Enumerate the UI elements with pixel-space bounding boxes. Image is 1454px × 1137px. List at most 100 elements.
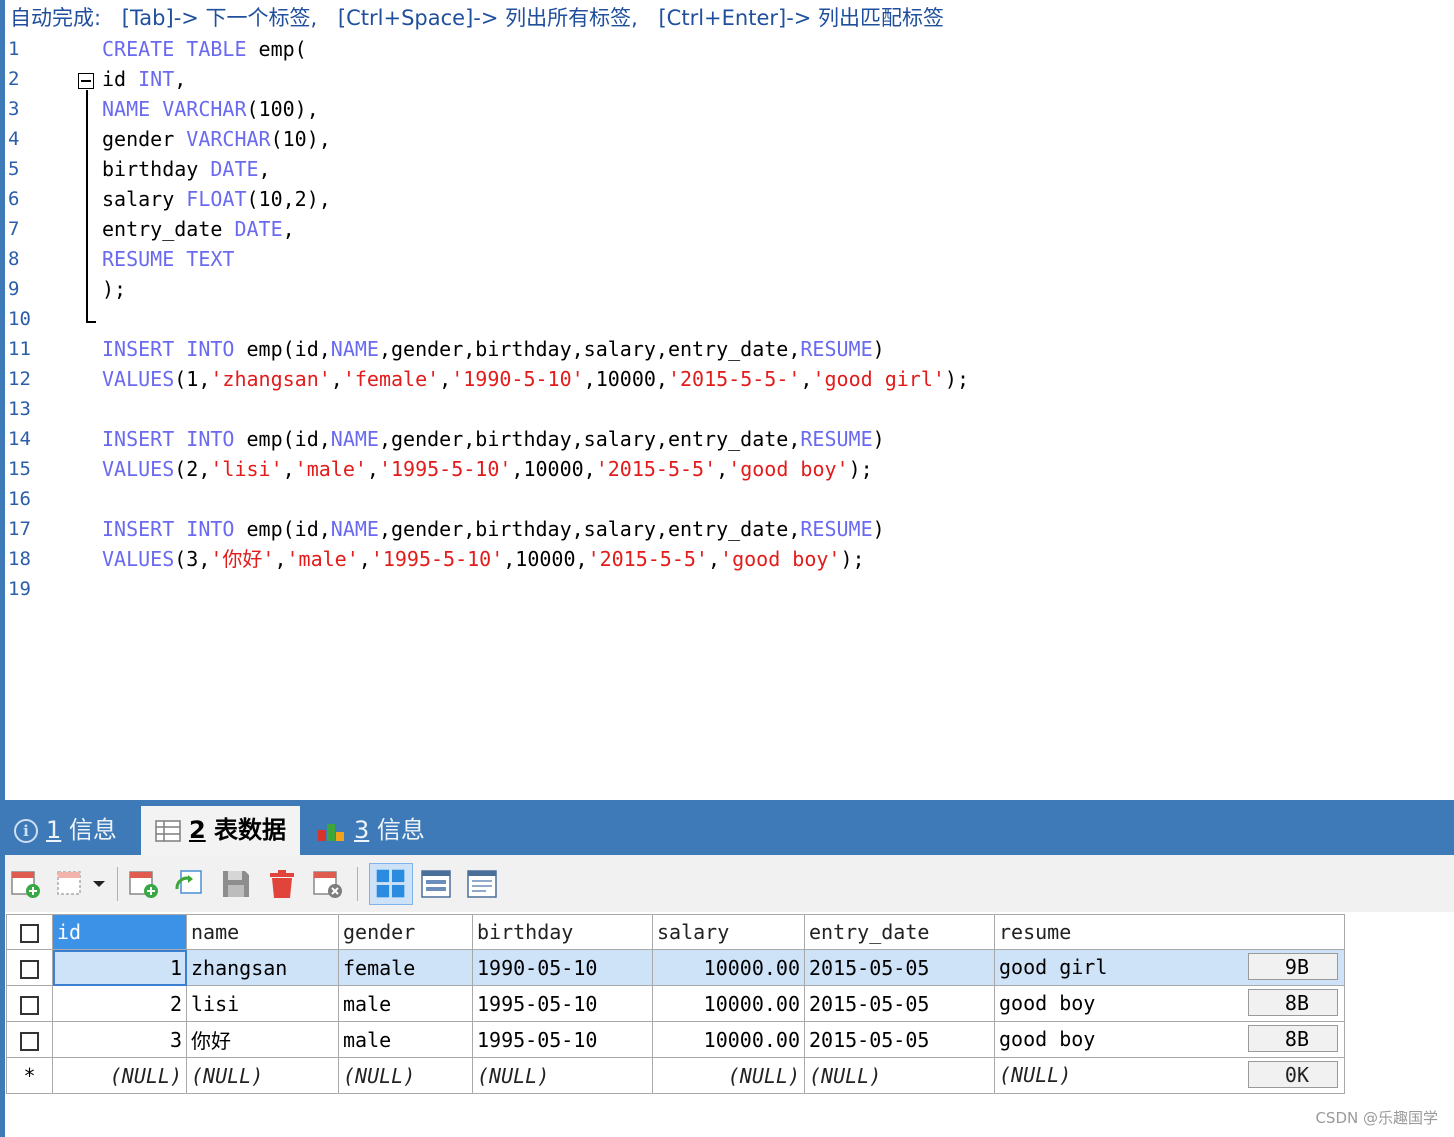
sql-text: );: [848, 457, 873, 481]
code-line[interactable]: 14 INSERT INTO emp(id,NAME,gender,birthda…: [0, 424, 1454, 454]
cell-id[interactable]: 2: [52, 985, 187, 1022]
cancel-icon[interactable]: [311, 867, 345, 901]
cell-salary[interactable]: 10000.00: [652, 985, 805, 1022]
column-header-resume[interactable]: resume: [994, 914, 1345, 950]
code-line[interactable]: 8 RESUME TEXT: [0, 244, 1454, 274]
sql-text: ,10000,: [503, 547, 588, 571]
column-header-gender[interactable]: gender: [338, 914, 473, 950]
blob-size-badge[interactable]: 9B: [1248, 953, 1338, 980]
select-all-checkbox[interactable]: [6, 914, 53, 950]
code-line[interactable]: 6 salary FLOAT(10,2),: [0, 184, 1454, 214]
grid-view-icon[interactable]: [369, 863, 413, 905]
cell-resume[interactable]: good girl 9B: [994, 949, 1345, 986]
tab-table-data[interactable]: 2 表数据: [141, 806, 301, 855]
column-header-birthday[interactable]: birthday: [472, 914, 653, 950]
cell-name[interactable]: (NULL): [186, 1057, 339, 1094]
sql-text: (1,: [174, 367, 211, 391]
save-icon[interactable]: [219, 867, 253, 901]
blob-size-badge[interactable]: 8B: [1248, 1025, 1338, 1052]
chevron-down-icon[interactable]: [89, 867, 109, 901]
code-line[interactable]: 1 CREATE TABLE emp(: [0, 34, 1454, 64]
cell-birthday[interactable]: 1990-05-10: [472, 949, 653, 986]
code-line[interactable]: 11 INSERT INTO emp(id,NAME,gender,birthda…: [0, 334, 1454, 364]
cell-entry-date[interactable]: (NULL): [804, 1057, 995, 1094]
cell-gender[interactable]: female: [338, 949, 473, 986]
form-view-icon[interactable]: [419, 867, 453, 901]
cell-resume[interactable]: good boy 8B: [994, 985, 1345, 1022]
cell-entry-date[interactable]: 2015-05-05: [804, 1021, 995, 1058]
cell-gender[interactable]: (NULL): [338, 1057, 473, 1094]
column-header-salary[interactable]: salary: [652, 914, 805, 950]
checkbox-icon: [20, 995, 39, 1015]
code-line[interactable]: 17 INSERT INTO emp(id,NAME,gender,birthda…: [0, 514, 1454, 544]
tab-info-3[interactable]: 3 信息: [316, 806, 435, 855]
blob-size-badge[interactable]: 8B: [1248, 989, 1338, 1016]
cell-salary[interactable]: 10000.00: [652, 949, 805, 986]
cell-entry-date[interactable]: 2015-05-05: [804, 949, 995, 986]
row-checkbox[interactable]: [6, 949, 53, 986]
sql-text: ,: [358, 547, 371, 571]
code-line[interactable]: 4 gender VARCHAR(10),: [0, 124, 1454, 154]
cell-name[interactable]: 你好: [186, 1021, 339, 1058]
code-line[interactable]: 18 VALUES(3,'你好','male','1995-5-10',10000…: [0, 544, 1454, 574]
column-header-id[interactable]: id: [52, 914, 187, 950]
code-line[interactable]: 15 VALUES(2,'lisi','male','1995-5-10',100…: [0, 454, 1454, 484]
table-row[interactable]: 1 zhangsan female 1990-05-10 10000.00 20…: [6, 949, 1345, 986]
cell-gender[interactable]: male: [338, 1021, 473, 1058]
code-text: RESUME TEXT: [102, 244, 234, 274]
grid-header-row: id name gender birthday salary entry_dat…: [6, 914, 1345, 950]
cell-resume[interactable]: (NULL) 0K: [994, 1057, 1345, 1094]
insert-row-icon[interactable]: [127, 867, 161, 901]
cell-id[interactable]: 3: [52, 1021, 187, 1058]
code-line[interactable]: 9);: [0, 274, 1454, 304]
cell-birthday[interactable]: 1995-05-10: [472, 1021, 653, 1058]
refresh-icon[interactable]: [173, 867, 207, 901]
cell-birthday[interactable]: 1995-05-10: [472, 985, 653, 1022]
new-table-row[interactable]: * (NULL) (NULL) (NULL) (NULL) (NULL) (NU…: [6, 1057, 1345, 1094]
add-row-icon[interactable]: [9, 867, 43, 901]
row-checkbox[interactable]: [6, 985, 53, 1022]
delete-icon[interactable]: [265, 867, 299, 901]
cell-id[interactable]: (NULL): [52, 1057, 187, 1094]
column-header-name[interactable]: name: [186, 914, 339, 950]
line-number: 6: [8, 188, 20, 210]
sql-keyword: CREATE TABLE: [102, 37, 247, 61]
code-line[interactable]: 10: [0, 304, 1454, 334]
sql-string: '1990-5-10': [451, 367, 584, 391]
code-line[interactable]: 16: [0, 484, 1454, 514]
table-row[interactable]: 2 lisi male 1995-05-10 10000.00 2015-05-…: [6, 985, 1345, 1022]
cell-salary[interactable]: (NULL): [652, 1057, 805, 1094]
sql-text: emp(: [246, 37, 307, 61]
code-line[interactable]: 13: [0, 394, 1454, 424]
cell-gender[interactable]: male: [338, 985, 473, 1022]
cell-salary[interactable]: 10000.00: [652, 1021, 805, 1058]
code-line[interactable]: 7 entry_date DATE,: [0, 214, 1454, 244]
cell-birthday[interactable]: (NULL): [472, 1057, 653, 1094]
cell-name[interactable]: lisi: [186, 985, 339, 1022]
blob-size-badge[interactable]: 0K: [1248, 1061, 1338, 1088]
sql-keyword: DATE: [234, 217, 283, 241]
text-view-icon[interactable]: [465, 867, 499, 901]
sql-keyword: NAME: [330, 517, 379, 541]
hint-ctrl-space: [Ctrl+Space]-> 列出所有标签,: [337, 6, 638, 30]
cell-name[interactable]: zhangsan: [186, 949, 339, 986]
cell-id[interactable]: 1: [52, 949, 187, 986]
sql-text: (100),: [246, 97, 319, 121]
tab-info-1[interactable]: i1 信息: [14, 806, 133, 855]
code-line[interactable]: 3 NAME VARCHAR(100),: [0, 94, 1454, 124]
sql-editor[interactable]: 1 CREATE TABLE emp(2 id INT, 3 NAME VARCHAR(…: [0, 34, 1454, 800]
cell-resume[interactable]: good boy 8B: [994, 1021, 1345, 1058]
row-checkbox[interactable]: [6, 1021, 53, 1058]
column-header-entry-date[interactable]: entry_date: [804, 914, 995, 950]
cell-entry-date[interactable]: 2015-05-05: [804, 985, 995, 1022]
duplicate-row-icon[interactable]: [55, 867, 89, 901]
watermark: CSDN @乐趣国学: [1315, 1109, 1438, 1127]
code-line[interactable]: 12 VALUES(1,'zhangsan','female','1990-5-1…: [0, 364, 1454, 394]
code-line[interactable]: 19: [0, 574, 1454, 604]
sql-string: '1995-5-10': [370, 547, 504, 571]
line-number: 16: [8, 488, 31, 510]
code-line[interactable]: 2 id INT,: [0, 64, 1454, 94]
table-row[interactable]: 3 你好 male 1995-05-10 10000.00 2015-05-05…: [6, 1021, 1345, 1058]
code-line[interactable]: 5 birthday DATE,: [0, 154, 1454, 184]
sql-keyword: INSERT INTO: [102, 427, 235, 451]
